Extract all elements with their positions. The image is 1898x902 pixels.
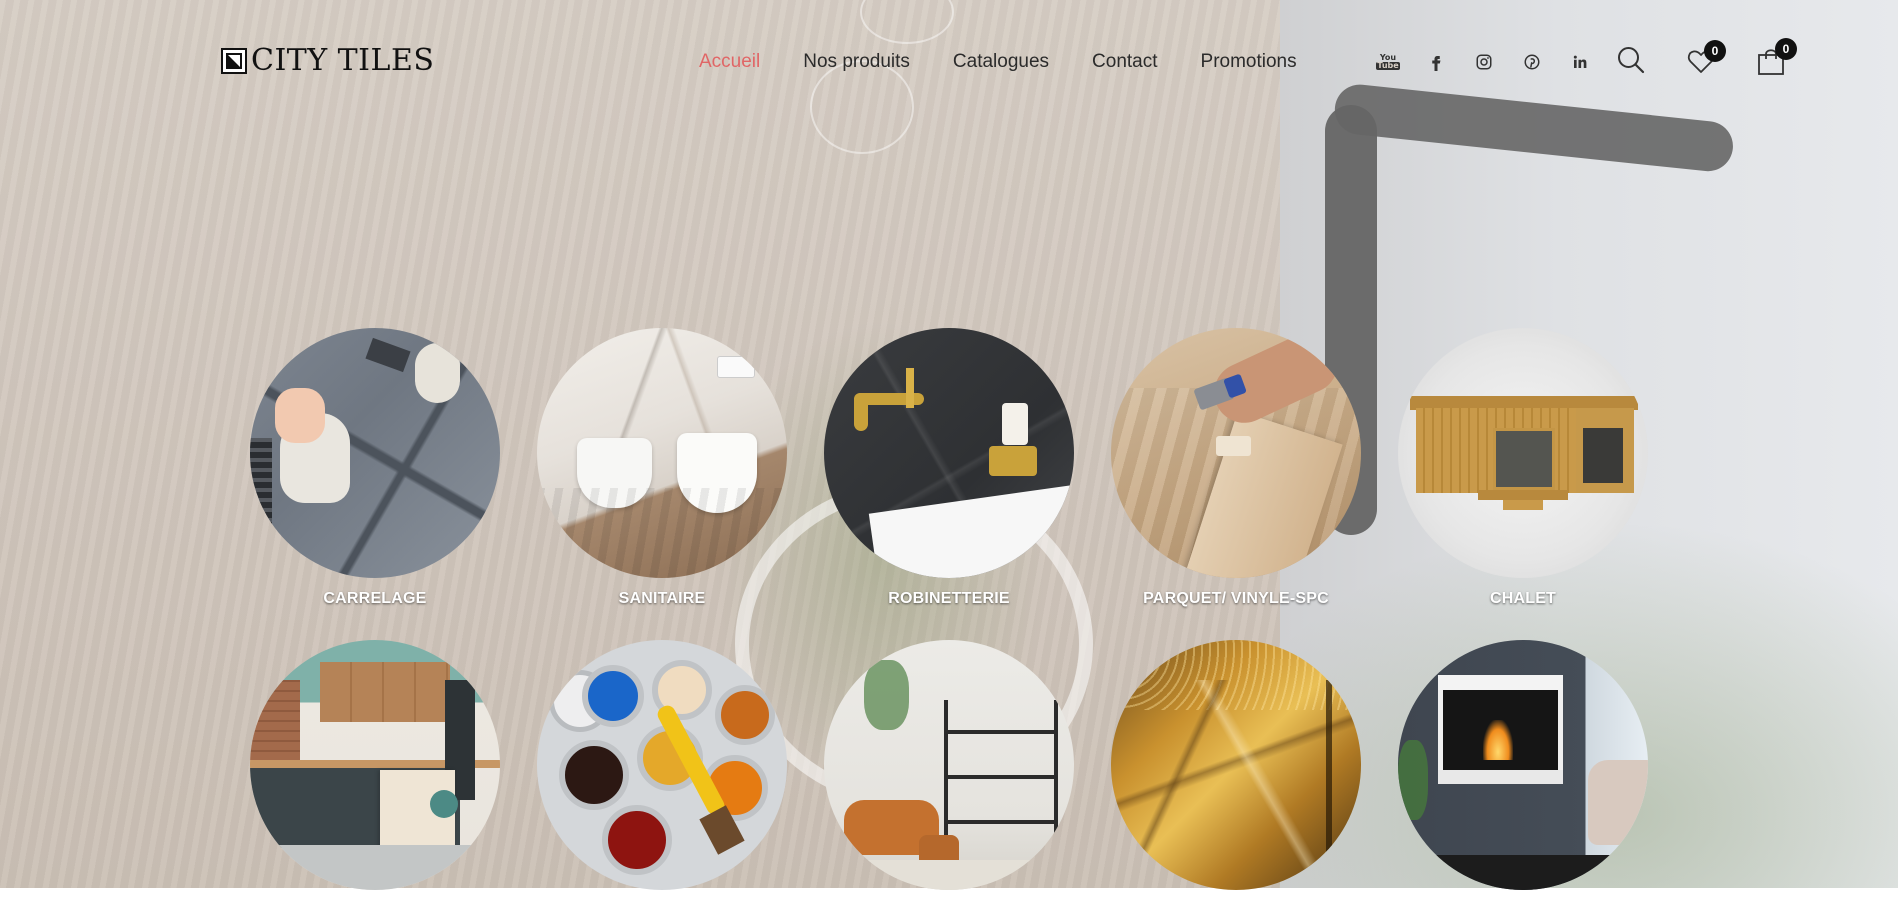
category-image-pierre[interactable] (1111, 640, 1361, 890)
main-nav: Accueil Nos produits Catalogues Contact … (699, 50, 1340, 74)
category-parquet-vinyle-spc[interactable]: PARQUET/ VINYLE-SPC (1111, 328, 1361, 608)
cart-count-badge: 0 (1775, 38, 1797, 60)
category-decoration[interactable] (824, 640, 1074, 902)
nav-item-accueil[interactable]: Accueil (699, 50, 760, 74)
nav-item-catalogues[interactable]: Catalogues (953, 50, 1049, 74)
nav-item-nos-produits[interactable]: Nos produits (803, 50, 910, 74)
wishlist-button[interactable]: 0 (1686, 40, 1726, 76)
nav-item-contact[interactable]: Contact (1092, 50, 1157, 74)
category-image-robinetterie[interactable] (824, 328, 1074, 578)
site-header: CITY TILES Accueil Nos produits Catalogu… (0, 0, 1898, 120)
logo-mark-icon (221, 48, 247, 74)
category-label: CHALET (1489, 590, 1557, 607)
category-image-decoration[interactable] (824, 640, 1074, 890)
category-label: SANITAIRE (618, 590, 706, 607)
category-chalet[interactable]: CHALET (1398, 328, 1648, 608)
category-pierre-naturelle[interactable] (1111, 640, 1361, 902)
category-image-parquet[interactable] (1111, 328, 1361, 578)
brand-name: CITY TILES (251, 43, 435, 78)
category-cheminee[interactable] (1398, 640, 1648, 902)
social-links: You Tube (1364, 50, 1604, 74)
nav-item-promotions[interactable]: Promotions (1201, 50, 1297, 74)
category-image-chalet[interactable] (1398, 328, 1648, 578)
category-carrelage[interactable]: CARRELAGE (250, 328, 500, 608)
brand-logo[interactable]: CITY TILES (221, 46, 434, 76)
category-label: ROBINETTERIE (888, 590, 1010, 607)
category-image-peinture[interactable] (537, 640, 787, 890)
category-robinetterie[interactable]: ROBINETTERIE (824, 328, 1074, 608)
linkedin-icon[interactable] (1556, 50, 1604, 74)
category-image-cheminee[interactable] (1398, 640, 1648, 890)
category-image-sanitaire[interactable] (537, 328, 787, 578)
category-label: PARQUET/ VINYLE-SPC (1143, 590, 1329, 607)
wishlist-count-badge: 0 (1704, 40, 1726, 62)
cart-button[interactable]: 0 (1756, 38, 1797, 76)
category-image-carrelage[interactable] (250, 328, 500, 578)
category-cuisine[interactable] (250, 640, 500, 902)
youtube-icon-text-bottom: Tube (1376, 61, 1400, 70)
youtube-icon[interactable]: You Tube (1364, 50, 1412, 74)
pinterest-icon[interactable] (1508, 50, 1556, 74)
instagram-icon[interactable] (1460, 50, 1508, 74)
facebook-icon[interactable] (1412, 50, 1460, 74)
category-label: CARRELAGE (323, 590, 427, 607)
category-sanitaire[interactable]: SANITAIRE (537, 328, 787, 608)
category-image-cuisine[interactable] (250, 640, 500, 890)
category-peinture[interactable] (537, 640, 787, 902)
search-icon[interactable] (1616, 45, 1646, 75)
